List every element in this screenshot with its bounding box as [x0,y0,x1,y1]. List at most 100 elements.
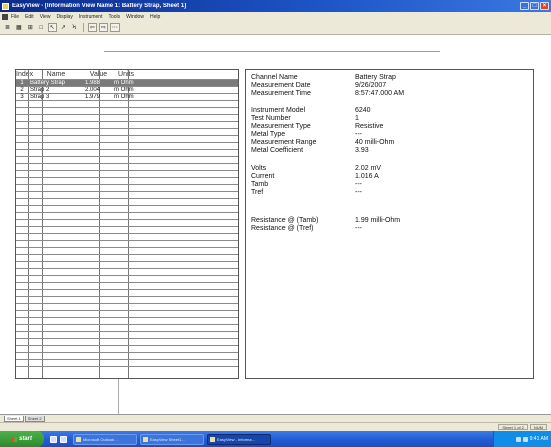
detail-value: 8:57:47.000 AM [355,90,405,97]
table-row[interactable] [16,282,238,289]
table-row[interactable] [16,310,238,317]
table-row[interactable] [16,331,238,338]
table-row[interactable] [16,233,238,240]
table-row[interactable] [16,254,238,261]
table-row[interactable] [16,317,238,324]
menu-help[interactable]: Help [150,14,160,20]
tab-sheet-2[interactable]: Sheet 2 [24,415,45,422]
table-row[interactable] [16,198,238,205]
app-window-icon [143,436,148,442]
table-row[interactable] [16,296,238,303]
taskbar-item-label: Microsoft Outlook ... [83,436,119,442]
frame-icon[interactable]: □ [37,23,46,32]
table-row[interactable] [16,142,238,149]
app-icon [2,2,9,10]
details-panel: Channel Name Battery Strap Measurement D… [245,69,534,379]
table-row[interactable]: 1 Battery Strap 1.988 m Ohm [16,79,238,86]
close-button[interactable]: × [540,2,549,10]
start-button[interactable]: start [0,431,44,447]
table-row[interactable] [16,135,238,142]
table-row[interactable] [16,107,238,114]
table-row[interactable] [16,149,238,156]
table-row[interactable] [16,352,238,359]
detail-label: Metal Type [251,131,286,138]
table-row[interactable] [16,170,238,177]
table-row[interactable] [16,366,238,373]
table-row[interactable] [16,219,238,226]
detail-label: Current [251,173,275,180]
network-icon[interactable] [515,436,521,442]
volume-icon[interactable] [522,436,528,442]
header-index[interactable]: Index [16,70,33,79]
table-row[interactable] [16,359,238,366]
signal-icon[interactable]: Ϟ [70,23,79,32]
grid-icon[interactable]: ▦ [14,23,24,32]
menu-view[interactable]: View [40,14,51,20]
table-row[interactable] [16,100,238,107]
table-row[interactable] [16,128,238,135]
detail-value: 1 [355,115,359,122]
table-icon[interactable]: ⊞ [26,23,35,32]
table-row[interactable] [16,184,238,191]
table-row[interactable] [16,324,238,331]
taskbar-item-outlook[interactable]: Microsoft Outlook ... [73,433,137,445]
tab-sheet-1[interactable]: Sheet 1 [4,415,24,422]
table-row[interactable] [16,247,238,254]
menu-bar: File Edit View Display Instrument Tools … [0,12,551,21]
arrow-up-icon[interactable]: ↗ [59,23,68,32]
back-icon[interactable]: ⇦ [87,23,97,32]
menu-tools[interactable]: Tools [108,14,120,20]
table-row[interactable] [16,240,238,247]
taskbar-item-label: EasyView - Informa... [217,436,255,442]
table-row[interactable] [16,121,238,128]
taskbar-item-easyview-sheet[interactable]: EasyView Sheet1... [140,433,204,445]
taskbar-item-easyview-info[interactable]: EasyView - Informa... [207,433,271,445]
browser-icon[interactable] [60,435,67,443]
title-bar: EasyView - [Information View Name 1: Bat… [0,0,551,12]
quick-launch [50,435,67,443]
clock[interactable]: 9:41 AM [530,436,548,442]
menu-instrument[interactable]: Instrument [79,14,103,20]
document-area: Index Name Value Units 1Battery Strap1.9… [0,35,551,414]
toolbar: ≣ ▦ ⊞ □ ↖ ↗ Ϟ ⇦ ⇨ ⋯ [0,21,551,35]
menu-display[interactable]: Display [56,14,72,20]
detail-label: Measurement Date [251,82,311,89]
header-name[interactable]: Name [28,70,84,79]
maximize-button[interactable]: □ [530,2,539,10]
table-row[interactable]: 2 Strap 2 2.004 m Ohm [16,86,238,93]
menu-edit[interactable]: Edit [25,14,34,20]
detail-label: Metal Coefficient [251,147,304,154]
table-row[interactable] [16,156,238,163]
status-num-lock: NUM [529,424,547,430]
table-row[interactable] [16,212,238,219]
grid-header: Index Name Value Units [16,70,238,79]
forward-icon[interactable]: ⇨ [98,23,108,32]
table-row[interactable]: 3 Strap 3 1.979 m Ohm [16,93,238,100]
table-row[interactable] [16,163,238,170]
list-view-icon[interactable]: ≣ [3,23,12,32]
table-row[interactable] [16,345,238,352]
detail-value: 3.93 [355,147,369,154]
table-row[interactable] [16,268,238,275]
minimize-button[interactable]: _ [520,2,529,10]
document-icon[interactable] [2,13,8,20]
header-units[interactable]: Units [113,70,139,79]
menu-window[interactable]: Window [126,14,144,20]
window-title: EasyView - [Information View Name 1: Bat… [12,3,187,9]
table-row[interactable] [16,275,238,282]
table-row[interactable] [16,338,238,345]
table-row[interactable] [16,261,238,268]
menu-file[interactable]: File [11,14,19,20]
table-row[interactable] [16,289,238,296]
table-row[interactable] [16,303,238,310]
table-row[interactable] [16,114,238,121]
table-row[interactable] [16,226,238,233]
table-row[interactable] [16,205,238,212]
more-icon[interactable]: ⋯ [109,23,120,32]
table-row[interactable] [16,191,238,198]
detail-value: 1.99 milli-Ohm [355,217,401,224]
table-row[interactable] [16,177,238,184]
pointer-icon[interactable]: ↖ [47,23,57,32]
desktop-icon[interactable] [50,435,57,443]
cell-name [28,367,84,373]
